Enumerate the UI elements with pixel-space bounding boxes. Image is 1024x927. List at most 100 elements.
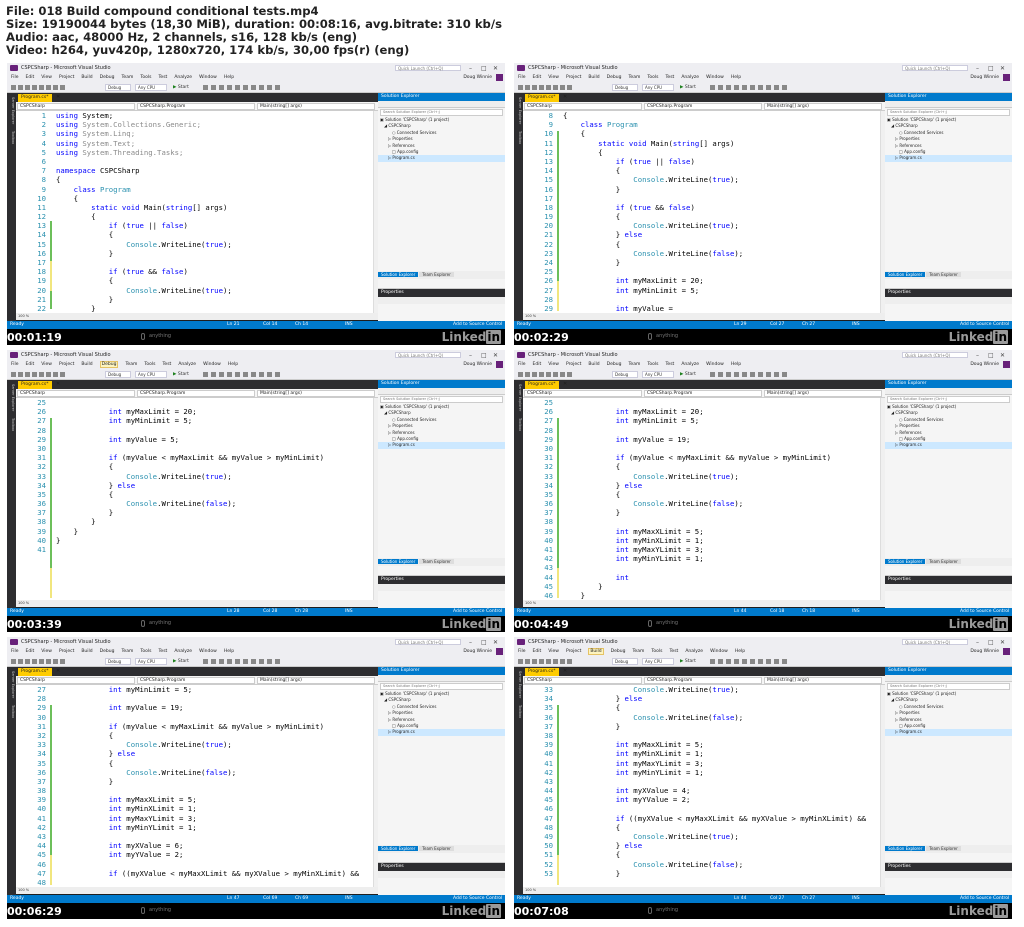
toolbar-tool-icon[interactable]: [46, 659, 51, 664]
code-line[interactable]: 46: [16, 860, 378, 869]
menu-item-edit[interactable]: Edit: [26, 649, 35, 654]
code-line[interactable]: 17: [523, 194, 885, 203]
user-name[interactable]: Doug Winnie: [970, 360, 999, 369]
code-line[interactable]: 41: [16, 545, 378, 554]
menu-item-help[interactable]: Help: [224, 649, 234, 654]
menu-item-analyze[interactable]: Analyze: [174, 75, 192, 80]
platform-dropdown[interactable]: Any CPU: [135, 658, 167, 665]
side-tab-toolbox[interactable]: Toolbox: [515, 131, 522, 144]
toolbar-tool-icon[interactable]: [750, 659, 755, 664]
menu-item-view[interactable]: View: [41, 362, 52, 367]
menu-item-build[interactable]: Build: [81, 649, 92, 654]
code-line[interactable]: 9 class Program: [16, 185, 378, 194]
menu-item-team[interactable]: Team: [121, 75, 133, 80]
toolbar-tool-icon[interactable]: [243, 659, 248, 664]
toolbar-tool-icon[interactable]: [251, 659, 256, 664]
code-line[interactable]: 13 if (true || false): [523, 157, 885, 166]
menu-item-file[interactable]: File: [518, 649, 526, 654]
menu-item-team[interactable]: Team: [628, 362, 640, 367]
code-editor[interactable]: 25 26 int myMaxLimit = 20; 27 int myMinLim…: [523, 398, 885, 600]
code-line[interactable]: 45 int myYValue = 2;: [16, 850, 378, 859]
code-line[interactable]: 48: [16, 878, 378, 887]
menu-item-window[interactable]: Window: [199, 75, 217, 80]
code-line[interactable]: 35 {: [523, 703, 885, 712]
code-line[interactable]: 14 {: [523, 166, 885, 175]
toolbar-tool-icon[interactable]: [718, 372, 723, 377]
toolbar-tool-icon[interactable]: [39, 372, 44, 377]
project-dropdown[interactable]: CSPCSharp: [524, 103, 642, 110]
menu-item-tools[interactable]: Tools: [144, 362, 155, 367]
project-dropdown[interactable]: CSPCSharp: [17, 390, 135, 397]
toolbar-tool-icon[interactable]: [539, 372, 544, 377]
code-line[interactable]: 39 int myMaxXLimit = 5;: [523, 527, 885, 536]
code-editor[interactable]: 33 Console.WriteLine(true); 34 } else 35 {…: [523, 685, 885, 887]
code-line[interactable]: 21 } else: [523, 230, 885, 239]
menu-item-file[interactable]: File: [518, 362, 526, 367]
method-dropdown[interactable]: Main(string[] args): [257, 390, 375, 397]
panel-tab[interactable]: Solution Explorer: [378, 559, 419, 564]
toolbar-tool-icon[interactable]: [567, 372, 572, 377]
menu-item-project[interactable]: Project: [566, 362, 581, 367]
code-line[interactable]: 30: [523, 444, 885, 453]
menu-item-test[interactable]: Test: [158, 75, 167, 80]
solution-item[interactable]: ▷ Program.cs: [885, 442, 1012, 449]
tab-program-cs[interactable]: Program.cs*: [525, 94, 559, 102]
menu-item-edit[interactable]: Edit: [533, 649, 542, 654]
menu-item-team[interactable]: Team: [121, 649, 133, 654]
code-line[interactable]: 34 } else: [16, 749, 378, 758]
tab-program-cs[interactable]: Program.cs*: [18, 668, 52, 676]
toolbar-tool-icon[interactable]: [553, 85, 558, 90]
toolbar-tool-icon[interactable]: [774, 372, 779, 377]
code-line[interactable]: 32 {: [16, 731, 378, 740]
solution-item[interactable]: ▷ Program.cs: [378, 442, 505, 449]
toolbar-tool-icon[interactable]: [243, 85, 248, 90]
code-line[interactable]: 37 }: [523, 508, 885, 517]
code-line[interactable]: 41 int myMaxYLimit = 3;: [523, 759, 885, 768]
toolbar-tool-icon[interactable]: [567, 85, 572, 90]
tab-program-cs[interactable]: Program.cs*: [525, 668, 559, 676]
menu-item-tools[interactable]: Tools: [140, 649, 151, 654]
code-line[interactable]: 53 }: [523, 869, 885, 878]
class-dropdown[interactable]: CSPCSharp.Program: [644, 390, 762, 397]
code-line[interactable]: 18 if (true && false): [523, 203, 885, 212]
menu-item-test[interactable]: Test: [669, 649, 678, 654]
code-editor[interactable]: 1 using System; 2 using System.Collections.…: [16, 111, 378, 313]
toolbar-tool-icon[interactable]: [275, 659, 280, 664]
toolbar-tool-icon[interactable]: [525, 372, 530, 377]
menu-item-file[interactable]: File: [11, 649, 19, 654]
code-line[interactable]: 50 } else: [523, 841, 885, 850]
code-line[interactable]: 30: [16, 713, 378, 722]
code-line[interactable]: 41 int myMaxYLimit = 3;: [523, 545, 885, 554]
code-line[interactable]: 43: [523, 777, 885, 786]
add-to-source-control-button[interactable]: Add to Source Control: [960, 895, 1009, 903]
code-line[interactable]: 35 {: [523, 490, 885, 499]
toolbar-tool-icon[interactable]: [734, 85, 739, 90]
code-line[interactable]: 36 Console.WriteLine(false);: [523, 713, 885, 722]
panel-tab[interactable]: Team Explorer: [419, 846, 454, 851]
code-line[interactable]: 1 using System;: [16, 111, 378, 120]
code-line[interactable]: 28: [523, 426, 885, 435]
code-line[interactable]: 17: [16, 258, 378, 267]
code-line[interactable]: 15 Console.WriteLine(true);: [523, 175, 885, 184]
toolbar-tool-icon[interactable]: [518, 659, 523, 664]
user-name[interactable]: Doug Winnie: [463, 360, 492, 369]
code-line[interactable]: 43: [16, 832, 378, 841]
project-dropdown[interactable]: CSPCSharp: [17, 677, 135, 684]
solution-search-input[interactable]: Search Solution Explorer (Ctrl+;): [887, 683, 1010, 690]
toolbar-tool-icon[interactable]: [726, 659, 731, 664]
solution-search-input[interactable]: Search Solution Explorer (Ctrl+;): [380, 396, 503, 403]
code-line[interactable]: 11 static void Main(string[] args): [523, 139, 885, 148]
toolbar-tool-icon[interactable]: [53, 659, 58, 664]
code-line[interactable]: 39 }: [16, 527, 378, 536]
menu-item-analyze[interactable]: Analyze: [178, 362, 196, 367]
toolbar-tool-icon[interactable]: [560, 85, 565, 90]
tab-program-cs[interactable]: Program.cs*: [18, 381, 52, 389]
toolbar-tool-icon[interactable]: [203, 372, 208, 377]
toolbar-tool-icon[interactable]: [60, 372, 65, 377]
class-dropdown[interactable]: CSPCSharp.Program: [137, 677, 255, 684]
toolbar-tool-icon[interactable]: [11, 659, 16, 664]
config-dropdown[interactable]: Debug: [105, 658, 131, 665]
menu-item-window[interactable]: Window: [706, 362, 724, 367]
menu-item-build[interactable]: Build: [81, 362, 92, 367]
code-line[interactable]: 19 {: [16, 276, 378, 285]
